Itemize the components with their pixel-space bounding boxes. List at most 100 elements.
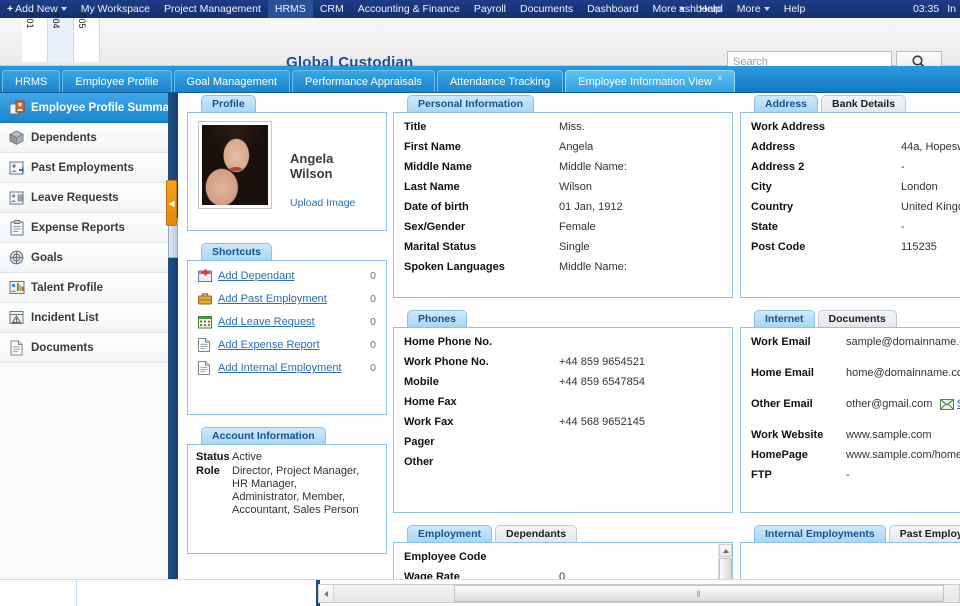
table-row: First Name Angela: [404, 141, 722, 153]
sidebar-item-leave-requests[interactable]: Leave Requests: [0, 183, 177, 213]
field-value: -: [901, 221, 905, 233]
panel-tab-account-information[interactable]: Account Information: [201, 427, 326, 444]
table-row: Wage Rate 0: [404, 571, 722, 579]
incident-icon: [8, 309, 25, 326]
tab-goal-management[interactable]: Goal Management: [173, 70, 291, 92]
sidebar-collapse-handle[interactable]: ◀: [166, 180, 177, 226]
field-value: Female: [559, 221, 596, 233]
panel-tab-address[interactable]: Address: [754, 95, 819, 112]
panel-tab-profile[interactable]: Profile: [201, 95, 256, 112]
field-value: 01 Jan, 1912: [559, 201, 623, 213]
sidebar: Employee Profile Summary Dependents Past…: [0, 93, 178, 579]
tab-attendance-tracking[interactable]: Attendance Tracking: [436, 70, 564, 92]
upload-image-link[interactable]: Upload Image: [290, 197, 376, 209]
shortcuts-panel-tabs: Shortcuts: [187, 241, 387, 260]
list-item[interactable]: Add Leave Request 0: [198, 315, 376, 329]
scrollbar-thumb[interactable]: [719, 558, 732, 579]
send-mail-icon[interactable]: [940, 398, 954, 410]
field-value: Angela: [559, 141, 594, 153]
field-value: home@domainname.com: [846, 367, 960, 379]
sidebar-item-talent-profile[interactable]: Talent Profile: [0, 273, 177, 303]
tab-performance-appraisals[interactable]: Performance Appraisals: [292, 70, 435, 92]
panel-tab-documents[interactable]: Documents: [817, 310, 897, 327]
overlay-menu-help[interactable]: Help: [777, 0, 813, 18]
employment-panel-body: Employee Code Wage Rate 0: [393, 542, 733, 579]
profile-panel-tabs: Profile: [187, 93, 387, 112]
sidebar-item-label: Incident List: [31, 311, 99, 324]
module-tab-strip: HRMS Employee Profile Goal Management Perfo…: [0, 66, 960, 93]
sidebar-item-label: Goals: [31, 251, 63, 264]
shortcut-link[interactable]: Add Internal Employment: [218, 362, 362, 374]
table-row: State -: [751, 221, 960, 233]
menu-item-dashboard[interactable]: Dashboard: [580, 0, 645, 18]
field-value: Single: [559, 241, 590, 253]
list-item[interactable]: Add Internal Employment 0: [198, 361, 376, 375]
list-item[interactable]: Add Dependant 0: [198, 269, 376, 283]
menu-item-documents[interactable]: Documents: [513, 0, 580, 18]
field-value: 115235: [901, 241, 937, 253]
overlay-menu-more[interactable]: More: [730, 0, 777, 18]
chevron-left-icon: ◀: [168, 198, 175, 208]
clock-time: 03:35: [912, 3, 940, 15]
sidebar-item-past-employments[interactable]: Past Employments: [0, 153, 177, 183]
panel-tab-dependants[interactable]: Dependants: [495, 525, 578, 542]
profile-panel-body: Angela Wilson Upload Image: [187, 112, 387, 231]
menu-item-payroll[interactable]: Payroll: [467, 0, 513, 18]
table-row: Address 44a, Hopeswell: [751, 141, 960, 153]
horizontal-scrollbar[interactable]: ‖: [318, 584, 960, 603]
shortcut-link[interactable]: Add Leave Request: [218, 316, 362, 328]
panel-tab-internal-employments[interactable]: Internal Employments: [754, 525, 886, 542]
scroll-up-button[interactable]: [719, 544, 732, 557]
menu-item-hrms[interactable]: HRMS: [267, 0, 313, 18]
field-value: 0: [559, 571, 566, 579]
table-row: Sex/Gender Female: [404, 221, 722, 233]
shortcut-link[interactable]: Add Past Employment: [218, 293, 362, 305]
account-panel-tabs: Account Information: [187, 425, 387, 444]
sidebar-item-label: Past Employments: [31, 161, 134, 174]
table-row: Title Miss.: [404, 121, 722, 133]
tab-hrms[interactable]: HRMS: [2, 70, 61, 92]
tab-employee-information-view[interactable]: Employee Information View x: [565, 70, 735, 92]
sidebar-item-incident-list[interactable]: Incident List: [0, 303, 177, 333]
account-role-label: Role: [196, 465, 220, 477]
sidebar-item-employee-profile-summary[interactable]: Employee Profile Summary: [0, 93, 177, 123]
employment-vertical-scrollbar[interactable]: [718, 544, 732, 579]
shortcut-link[interactable]: Add Dependant: [218, 270, 362, 282]
panel-tab-employment[interactable]: Employment: [407, 525, 493, 542]
field-label: Home Fax: [404, 396, 457, 408]
avatar-image: [202, 125, 268, 205]
sidebar-item-label: Dependents: [31, 131, 97, 144]
scroll-left-button[interactable]: [319, 585, 334, 602]
sidebar-item-dependents[interactable]: Dependents: [0, 123, 177, 153]
panel-tab-phones[interactable]: Phones: [407, 310, 467, 327]
panel-tab-past-employments[interactable]: Past Employm: [888, 525, 960, 542]
menu-item-accounting-finance[interactable]: Accounting & Finance: [351, 0, 467, 18]
overlay-menu-dashboard[interactable]: ashboard: [672, 0, 730, 18]
panel-tab-internet[interactable]: Internet: [754, 310, 815, 327]
menu-add-new[interactable]: + Add New: [0, 0, 74, 18]
list-item[interactable]: Add Past Employment 0: [198, 292, 376, 306]
close-icon[interactable]: x: [718, 73, 722, 82]
table-row: Address 2 -: [751, 161, 960, 173]
field-value: www.sample.com: [846, 429, 932, 441]
account-information-panel: Account Information Status Active Role D…: [187, 425, 387, 554]
account-status-label: Status: [196, 451, 230, 463]
field-label: Work Email: [751, 336, 811, 348]
sidebar-item-goals[interactable]: Goals: [0, 243, 177, 273]
sidebar-item-documents[interactable]: Documents: [0, 333, 177, 363]
sidebar-item-expense-reports[interactable]: Expense Reports: [0, 213, 177, 243]
tab-employee-profile[interactable]: Employee Profile: [62, 70, 172, 92]
list-item[interactable]: Add Expense Report 0: [198, 338, 376, 352]
menu-item-crm[interactable]: CRM: [313, 0, 351, 18]
field-label: Spoken Languages: [404, 261, 505, 273]
panel-tab-shortcuts[interactable]: Shortcuts: [201, 243, 273, 260]
document-icon: [198, 338, 212, 352]
horizontal-scrollbar-thumb[interactable]: ‖: [454, 585, 944, 602]
calendar-icon: [198, 315, 212, 329]
personal-information-panel: Personal Information Title Miss. First Na…: [393, 93, 733, 298]
panel-tab-personal-information[interactable]: Personal Information: [407, 95, 535, 112]
menu-item-project-management[interactable]: Project Management: [157, 0, 268, 18]
shortcut-link[interactable]: Add Expense Report: [218, 339, 362, 351]
panel-tab-bank-details[interactable]: Bank Details: [821, 95, 907, 112]
sidebar-vertical-scrollbar[interactable]: [168, 93, 178, 579]
